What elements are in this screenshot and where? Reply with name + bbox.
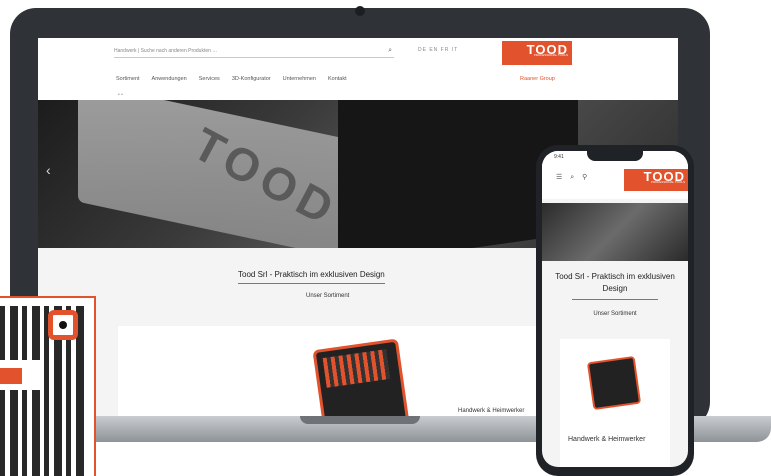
phone-hero-image [542, 203, 688, 261]
search-icon[interactable]: ⌕ [388, 45, 392, 57]
card-label: Handwerk & Heimwerker [458, 408, 525, 414]
nav-item-anwendungen[interactable]: Anwendungen [152, 76, 187, 82]
phone-status-time: 9:41 [554, 154, 564, 160]
page-indicator: • • [118, 92, 123, 98]
section-subtitle: Unser Sortiment [306, 293, 350, 299]
search-placeholder: Handwerk | Suche nach anderen Produkten … [114, 48, 218, 54]
qr-finder-icon [48, 310, 78, 340]
site-logo[interactable]: TOOD PROFESSIONAL TOOLS [502, 41, 572, 65]
product-card[interactable]: Handwerk & Heimwerker [118, 326, 538, 418]
chevron-left-icon[interactable]: ‹ [46, 162, 51, 178]
phone-screen: 9:41 ☰ ⌕ ⚲ TOOD PROFESSIONAL TOOLS Tood … [542, 151, 688, 467]
phone-card-label: Handwerk & Heimwerker [568, 436, 646, 443]
nav-item-kontakt[interactable]: Kontakt [328, 76, 347, 82]
site-header: Handwerk | Suche nach anderen Produkten … [38, 38, 678, 101]
tool-case-lid [322, 349, 391, 388]
nav-item-unternehmen[interactable]: Unternehmen [283, 76, 316, 82]
phone-section-subtitle: Unser Sortiment [593, 311, 637, 317]
tool-case-image [312, 338, 410, 418]
laptop-camera [355, 6, 365, 16]
title-underline [572, 299, 658, 300]
nav-group-link[interactable]: Raaner Group [520, 76, 555, 82]
qr-code [0, 296, 96, 476]
page-title: Tood Srl - Praktisch im exklusiven Desig… [238, 270, 385, 284]
logo-subtitle: PROFESSIONAL TOOLS [533, 53, 568, 57]
main-nav: Sortiment Anwendungen Services 3D-Konfig… [116, 76, 347, 82]
nav-item-services[interactable]: Services [199, 76, 220, 82]
phone-logo[interactable]: TOOD PROFESSIONAL TOOLS [624, 169, 688, 191]
nav-item-3d-konfigurator[interactable]: 3D-Konfigurator [232, 76, 271, 82]
phone-device: 9:41 ☰ ⌕ ⚲ TOOD PROFESSIONAL TOOLS Tood … [536, 145, 694, 476]
phone-product-card[interactable]: Handwerk & Heimwerker [560, 339, 670, 467]
phone-logo-subtitle: PROFESSIONAL TOOLS [650, 180, 685, 184]
language-switcher[interactable]: DE EN FR IT [418, 47, 458, 53]
search-input[interactable]: Handwerk | Suche nach anderen Produkten … [114, 45, 394, 58]
phone-notch [587, 151, 643, 161]
nav-item-sortiment[interactable]: Sortiment [116, 76, 140, 82]
qr-logo [0, 368, 22, 384]
qr-finder-dot [59, 321, 67, 329]
phone-page-title: Tood Srl - Praktisch im exklusiven Desig… [555, 272, 675, 293]
laptop-notch [300, 416, 420, 424]
phone-tool-case-image [586, 355, 642, 411]
menu-icon[interactable]: ☰ ⌕ ⚲ [556, 173, 590, 182]
